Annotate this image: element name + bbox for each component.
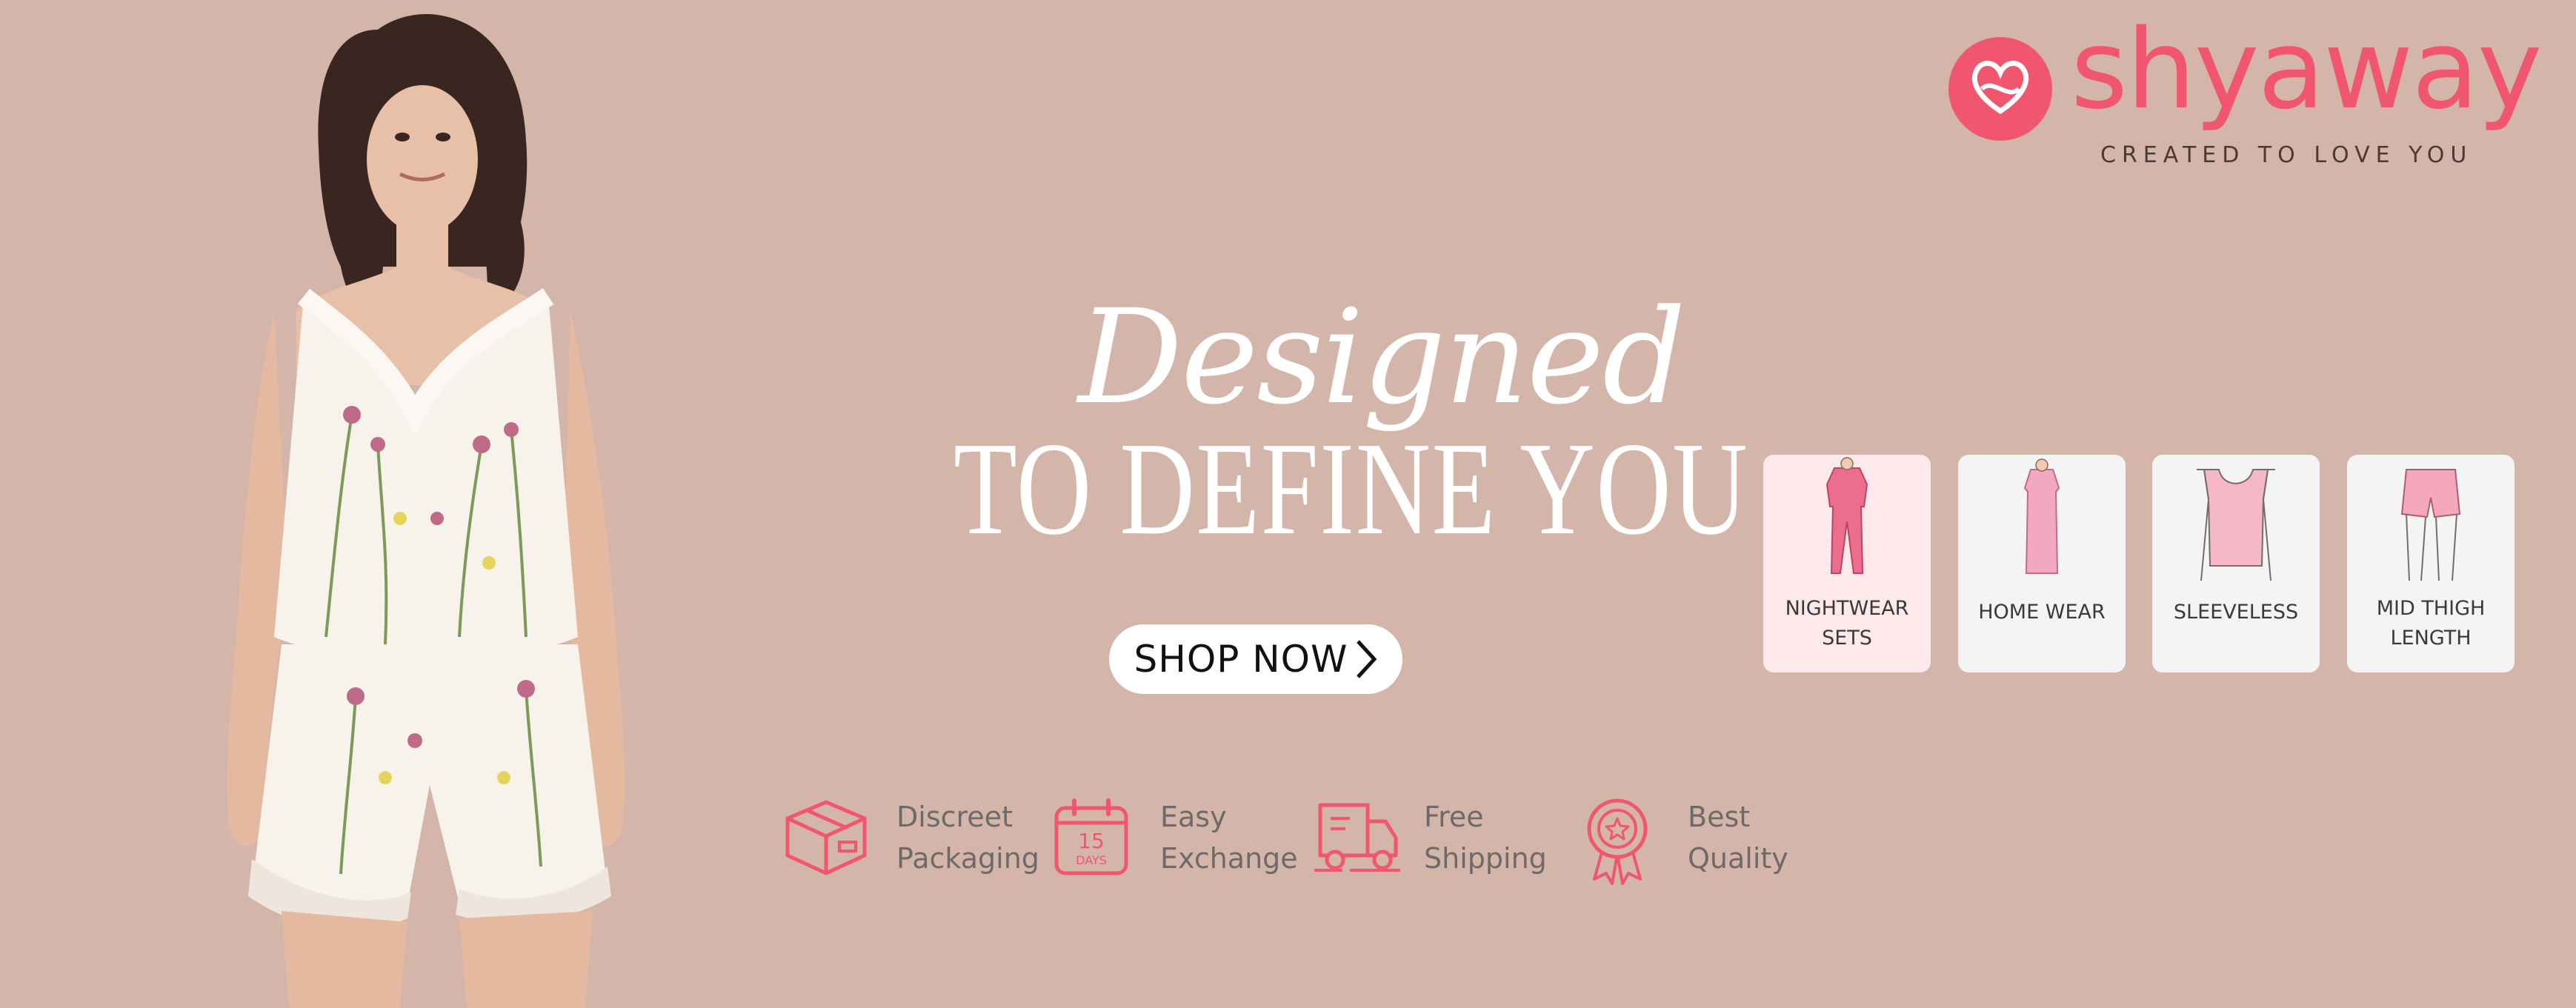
feature-label: Discreet Packaging xyxy=(896,801,1039,875)
sleeveless-icon xyxy=(2197,469,2275,581)
category-label: HOME WEAR xyxy=(1978,601,2106,624)
headline-main: TO DEFINE YOU xyxy=(953,415,1749,562)
category-label: MID THIGH LENGTH xyxy=(2376,597,2486,650)
svg-text:DAYS: DAYS xyxy=(1076,853,1107,867)
nightwear-sets-icon xyxy=(1826,457,1868,574)
heart-infinity-logo-icon xyxy=(1948,37,2052,141)
category-label: NIGHTWEAR SETS xyxy=(1785,597,1909,650)
category-label: SLEEVELESS xyxy=(2173,601,2299,624)
category-card-home-wear[interactable]: HOME WEAR xyxy=(1958,455,2126,672)
category-card-nightwear-sets[interactable]: NIGHTWEAR SETS xyxy=(1763,455,1931,672)
category-card-mid-thigh-length[interactable]: MID THIGH LENGTH xyxy=(2347,455,2515,672)
shop-now-label: SHOP NOW xyxy=(1134,638,1348,681)
home-wear-icon xyxy=(2023,458,2060,574)
chevron-right-icon xyxy=(1357,640,1377,678)
headline-script: Designed xyxy=(1078,281,1686,433)
category-card-sleeveless[interactable]: SLEEVELESS xyxy=(2152,455,2320,672)
model-image xyxy=(227,14,625,1008)
delivery-truck-icon xyxy=(1314,803,1400,872)
brand-name: shyaway xyxy=(2071,6,2543,133)
feature-label: Easy Exchange xyxy=(1160,801,1298,875)
package-box-icon xyxy=(785,800,867,875)
mid-thigh-length-icon xyxy=(2400,469,2461,581)
award-badge-icon xyxy=(1587,798,1648,885)
feature-label: Free Shipping xyxy=(1424,801,1547,875)
calendar-icon: 15 DAYS xyxy=(1054,798,1128,875)
brand-tagline: CREATED TO LOVE YOU xyxy=(2100,142,2473,168)
hero-banner[interactable]: shyaway CREATED TO LOVE YOU Designed TO … xyxy=(0,0,2576,1008)
shop-now-button[interactable]: SHOP NOW xyxy=(1109,624,1402,694)
svg-text:15: 15 xyxy=(1078,829,1105,853)
feature-label: Best Quality xyxy=(1688,801,1788,875)
shyaway-logo[interactable]: shyaway CREATED TO LOVE YOU xyxy=(1948,15,2543,178)
